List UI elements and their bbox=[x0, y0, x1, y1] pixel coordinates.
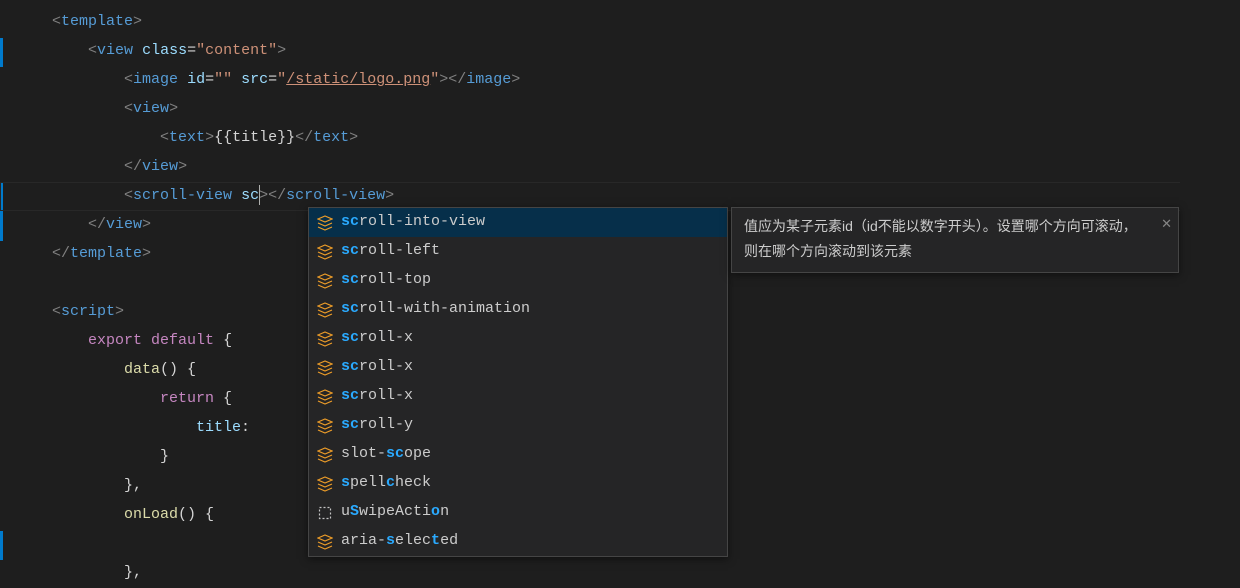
suggestion-item[interactable]: scroll-x bbox=[309, 353, 727, 382]
suggestion-doc-tooltip: 值应为某子元素id（id不能以数字开头）。设置哪个方向可滚动，则在哪个方向滚动到… bbox=[731, 207, 1179, 273]
suggestion-item[interactable]: slot-scope bbox=[309, 440, 727, 469]
field-icon bbox=[317, 389, 333, 405]
suggestion-label: aria-selected bbox=[341, 527, 458, 556]
suggestion-label: scroll-with-animation bbox=[341, 295, 530, 324]
suggestion-label: scroll-x bbox=[341, 324, 413, 353]
field-icon bbox=[317, 447, 333, 463]
suggestion-item[interactable]: uSwipeAction bbox=[309, 498, 727, 527]
field-icon bbox=[317, 302, 333, 318]
field-icon bbox=[317, 476, 333, 492]
minimap[interactable] bbox=[1180, 0, 1240, 585]
suggestion-label: scroll-left bbox=[341, 237, 440, 266]
snippet-icon bbox=[317, 505, 333, 521]
suggestion-item[interactable]: scroll-top bbox=[309, 266, 727, 295]
field-icon bbox=[317, 360, 333, 376]
suggestion-item[interactable]: aria-selected bbox=[309, 527, 727, 556]
doc-tooltip-text: 值应为某子元素id（id不能以数字开头）。设置哪个方向可滚动，则在哪个方向滚动到… bbox=[744, 218, 1137, 259]
field-icon bbox=[317, 534, 333, 550]
suggestion-label: scroll-x bbox=[341, 353, 413, 382]
suggestion-item[interactable]: spellcheck bbox=[309, 469, 727, 498]
suggestion-label: scroll-x bbox=[341, 382, 413, 411]
code-line[interactable]: <text>{{title}}</text> bbox=[16, 124, 1240, 153]
suggestion-item[interactable]: scroll-into-view bbox=[309, 208, 727, 237]
field-icon bbox=[317, 418, 333, 434]
suggestion-label: scroll-top bbox=[341, 266, 431, 295]
code-line[interactable]: <view class="content"> bbox=[16, 37, 1240, 66]
field-icon bbox=[317, 273, 333, 289]
suggestion-item[interactable]: scroll-left bbox=[309, 237, 727, 266]
suggestion-item[interactable]: scroll-x bbox=[309, 382, 727, 411]
field-icon bbox=[317, 244, 333, 260]
field-icon bbox=[317, 331, 333, 347]
suggestion-label: uSwipeAction bbox=[341, 498, 449, 527]
suggestion-label: slot-scope bbox=[341, 440, 431, 469]
suggestion-label: scroll-into-view bbox=[341, 208, 485, 237]
suggestion-item[interactable]: scroll-y bbox=[309, 411, 727, 440]
code-line[interactable]: <image id="" src="/static/logo.png"></im… bbox=[16, 66, 1240, 95]
suggestion-item[interactable]: scroll-x bbox=[309, 324, 727, 353]
code-line[interactable]: </view> bbox=[16, 153, 1240, 182]
code-line[interactable]: }, bbox=[16, 559, 1240, 588]
field-icon bbox=[317, 215, 333, 231]
autocomplete-popup[interactable]: scroll-into-viewscroll-leftscroll-topscr… bbox=[308, 207, 728, 557]
close-icon[interactable]: ✕ bbox=[1161, 212, 1172, 235]
suggestion-label: spellcheck bbox=[341, 469, 431, 498]
suggestion-label: scroll-y bbox=[341, 411, 413, 440]
code-line[interactable]: <view> bbox=[16, 95, 1240, 124]
suggestion-item[interactable]: scroll-with-animation bbox=[309, 295, 727, 324]
code-line[interactable]: <template> bbox=[16, 8, 1240, 37]
